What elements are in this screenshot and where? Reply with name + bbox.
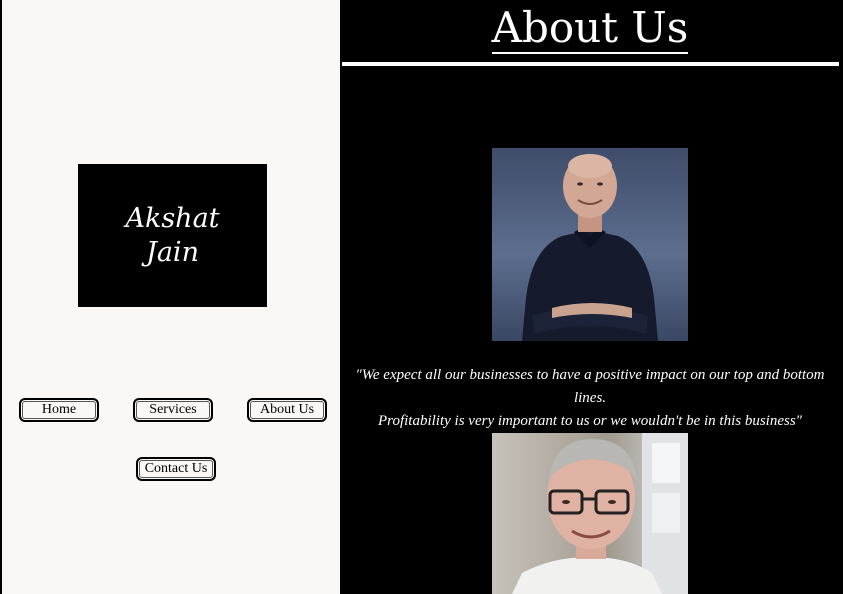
logo-line-last: Jain (146, 236, 199, 268)
page-title-text: About Us (491, 3, 689, 54)
quote-line-first: "We expect all our businesses to have a … (355, 367, 825, 406)
page-title: About Us (340, 2, 840, 54)
title-divider (342, 62, 839, 66)
portrait-photo-first (492, 148, 688, 341)
quote-line-second: Profitability is very important to us or… (378, 413, 802, 429)
nav-about-button[interactable]: About Us (247, 398, 327, 422)
logo-line-first: Akshat (125, 202, 220, 234)
portrait-first-image (522, 154, 658, 341)
sidebar: Akshat Jain Home Services About Us Conta… (0, 0, 340, 594)
portrait-photo-second (492, 433, 688, 594)
nav-contact-button[interactable]: Contact Us (136, 457, 216, 481)
portrait-second-image (512, 433, 688, 594)
nav-home-button[interactable]: Home (19, 398, 99, 422)
logo: Akshat Jain (78, 164, 267, 307)
quote: "We expect all our businesses to have a … (340, 364, 840, 433)
nav-services-button[interactable]: Services (133, 398, 213, 422)
main-content: About Us "We expect all our businesses t… (340, 0, 843, 594)
